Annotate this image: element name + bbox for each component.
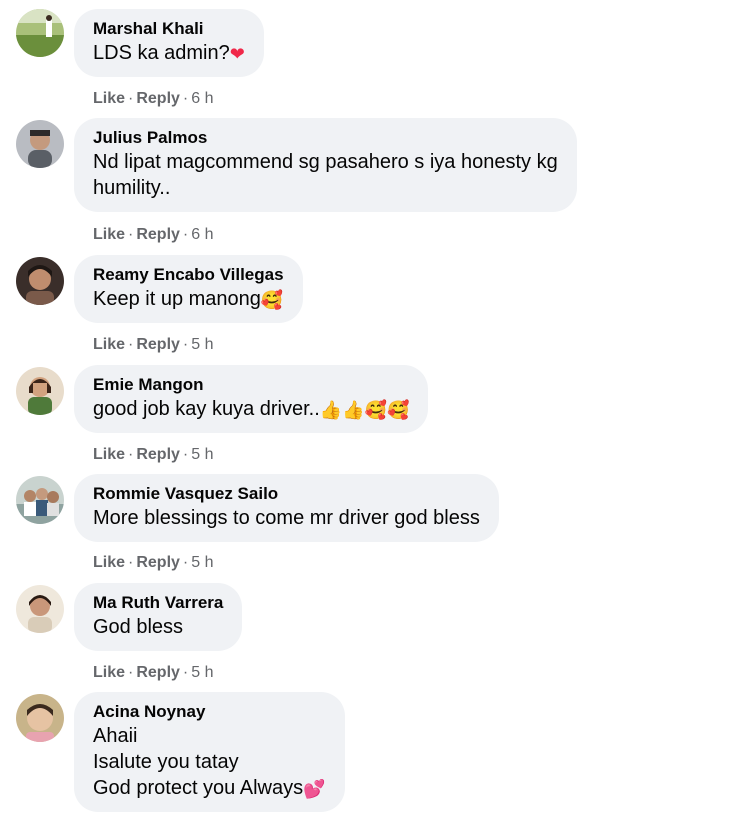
- like-link[interactable]: Like: [93, 554, 125, 571]
- avatar-photo: [16, 694, 64, 742]
- reply-link[interactable]: Reply: [136, 664, 180, 681]
- comment-line-text: Keep it up manong: [93, 288, 261, 310]
- timestamp[interactable]: 5 h: [191, 446, 213, 463]
- comment-actions: Like · Reply · 5 h: [93, 445, 214, 465]
- separator: ·: [182, 90, 189, 107]
- timestamp[interactable]: 6 h: [191, 226, 213, 243]
- comment-text: good job kay kuya driver..👍👍🥰🥰: [93, 396, 409, 422]
- avatar[interactable]: [16, 476, 64, 524]
- comment-line-text: good job kay kuya driver..: [93, 398, 320, 420]
- comment-line: LDS ka admin?❤: [93, 40, 245, 66]
- avatar[interactable]: [16, 585, 64, 633]
- comment-actions: Like · Reply · 5 h: [93, 553, 214, 573]
- comment-bubble: Reamy Encabo Villegas Keep it up manong🥰: [74, 255, 303, 323]
- comment-text: More blessings to come mr driver god ble…: [93, 505, 480, 531]
- separator: ·: [128, 90, 134, 107]
- comment-actions: Like · Reply · 5 h: [93, 335, 214, 355]
- comment-line-text: God protect you Always: [93, 777, 304, 799]
- comment-line: Nd lipat magcommend sg pasahero s iya ho…: [93, 151, 558, 173]
- avatar-photo: [16, 120, 64, 168]
- comment-line: Ahaii: [93, 725, 138, 747]
- avatar[interactable]: [16, 694, 64, 742]
- avatar[interactable]: [16, 367, 64, 415]
- comment-bubble: Marshal Khali LDS ka admin?❤: [74, 9, 264, 77]
- avatar-photo: [16, 9, 64, 57]
- avatar[interactable]: [16, 120, 64, 168]
- comment-author[interactable]: Emie Mangon: [93, 374, 409, 396]
- avatar[interactable]: [16, 257, 64, 305]
- comment-actions: Like · Reply · 6 h: [93, 225, 214, 245]
- two-hearts-icon: 💕: [303, 779, 326, 800]
- comment-author[interactable]: Marshal Khali: [93, 18, 245, 40]
- comment-bubble: Ma Ruth Varrera God bless: [74, 583, 243, 651]
- comment-author[interactable]: Julius Palmos: [93, 127, 558, 149]
- reply-link[interactable]: Reply: [136, 336, 180, 353]
- comment-line: Keep it up manong🥰: [93, 286, 284, 312]
- comment-line: humility..: [93, 177, 171, 199]
- separator: ·: [128, 664, 134, 681]
- like-link[interactable]: Like: [93, 664, 125, 681]
- comment-bubble: Julius Palmos Nd lipat magcommend sg pas…: [74, 118, 577, 212]
- comment-actions: Like · Reply · 6 h: [93, 89, 214, 109]
- separator: ·: [182, 446, 189, 463]
- reply-link[interactable]: Reply: [136, 90, 180, 107]
- comment-bubble: Acina Noynay Ahaii Isalute you tatay God p…: [74, 692, 345, 812]
- comment-author[interactable]: Ma Ruth Varrera: [93, 592, 223, 614]
- avatar-photo: [16, 585, 64, 633]
- separator: ·: [128, 554, 134, 571]
- separator: ·: [182, 226, 189, 243]
- comment-line: God bless: [93, 616, 184, 638]
- comment-text: Nd lipat magcommend sg pasahero s iya ho…: [93, 149, 558, 201]
- reply-link[interactable]: Reply: [136, 554, 180, 571]
- separator: ·: [182, 554, 189, 571]
- comment-line: God protect you Always💕: [93, 775, 326, 801]
- timestamp[interactable]: 5 h: [191, 554, 213, 571]
- comment-author[interactable]: Reamy Encabo Villegas: [93, 264, 284, 286]
- comment-line: good job kay kuya driver..👍👍🥰🥰: [93, 396, 409, 422]
- smiling-face-with-hearts-icon: 🥰: [260, 290, 284, 311]
- comment-text: Ahaii Isalute you tatay God protect you Al…: [93, 723, 326, 801]
- separator: ·: [182, 336, 189, 353]
- comment-text: God bless: [93, 614, 223, 640]
- avatar[interactable]: [16, 9, 64, 57]
- comment-line: More blessings to come mr driver god ble…: [93, 507, 480, 529]
- like-link[interactable]: Like: [93, 336, 125, 353]
- thumbs-up-and-hearts-icon: 👍👍🥰🥰: [319, 400, 410, 421]
- comment-line-text: LDS ka admin?: [93, 42, 230, 64]
- separator: ·: [128, 446, 134, 463]
- like-link[interactable]: Like: [93, 446, 125, 463]
- comment-author[interactable]: Acina Noynay: [93, 701, 326, 723]
- avatar-photo: [16, 476, 64, 524]
- separator: ·: [128, 226, 134, 243]
- timestamp[interactable]: 5 h: [191, 664, 213, 681]
- reply-link[interactable]: Reply: [136, 226, 180, 243]
- separator: ·: [128, 336, 134, 353]
- comment-text: Keep it up manong🥰: [93, 286, 284, 312]
- comment-line: Isalute you tatay: [93, 751, 239, 773]
- heart-emoji-icon: ❤: [229, 44, 245, 65]
- comment-text: LDS ka admin?❤: [93, 40, 245, 66]
- reply-link[interactable]: Reply: [136, 446, 180, 463]
- avatar-photo: [16, 257, 64, 305]
- comment-bubble: Emie Mangon good job kay kuya driver..👍👍…: [74, 365, 429, 433]
- like-link[interactable]: Like: [93, 90, 125, 107]
- timestamp[interactable]: 5 h: [191, 336, 213, 353]
- avatar-photo: [16, 367, 64, 415]
- comment-author[interactable]: Rommie Vasquez Sailo: [93, 483, 480, 505]
- separator: ·: [182, 664, 189, 681]
- comment-bubble: Rommie Vasquez Sailo More blessings to c…: [74, 474, 499, 542]
- like-link[interactable]: Like: [93, 226, 125, 243]
- timestamp[interactable]: 6 h: [191, 90, 213, 107]
- comment-actions: Like · Reply · 5 h: [93, 663, 214, 683]
